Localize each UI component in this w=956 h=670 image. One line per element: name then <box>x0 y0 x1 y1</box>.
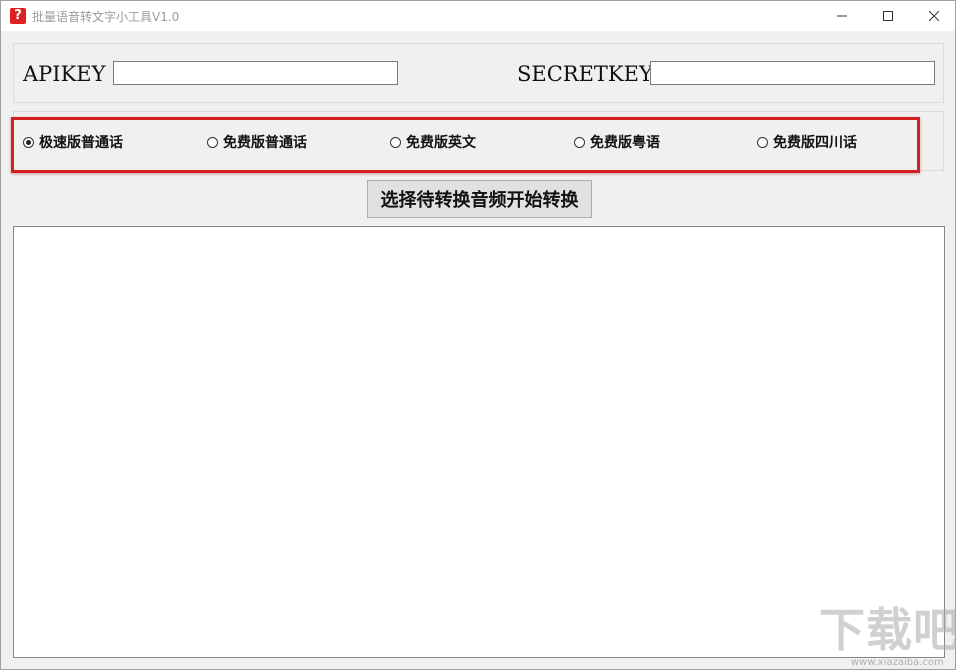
radio-button[interactable] <box>23 136 34 148</box>
secretkey-input[interactable] <box>650 61 935 85</box>
radio-label: 免费版英文 <box>406 135 476 151</box>
close-icon <box>929 11 939 21</box>
radio-option-jisu-putonghua[interactable]: 极速版普通话 <box>23 132 123 152</box>
output-textarea[interactable] <box>13 226 945 658</box>
radio-option-free-english[interactable]: 免费版英文 <box>390 132 476 152</box>
secretkey-label: SECRETKEY <box>517 62 653 86</box>
radio-option-free-putonghua[interactable]: 免费版普通话 <box>207 132 307 152</box>
close-button[interactable] <box>911 1 956 31</box>
window-title: 批量语音转文字小工具V1.0 <box>32 10 180 24</box>
maximize-icon <box>883 11 893 21</box>
minimize-icon <box>837 15 847 17</box>
radio-label: 免费版粤语 <box>590 135 660 151</box>
radio-button[interactable] <box>390 136 401 148</box>
app-window: ? 批量语音转文字小工具V1.0 APIKEY SECRETKEY 极速版普通话 <box>0 0 956 670</box>
radio-label: 免费版普通话 <box>223 135 307 151</box>
radio-label: 极速版普通话 <box>39 135 123 151</box>
apikey-label: APIKEY <box>23 62 106 86</box>
radio-option-free-sichuan[interactable]: 免费版四川话 <box>757 132 857 152</box>
minimize-button[interactable] <box>819 1 865 31</box>
radio-button[interactable] <box>574 136 585 148</box>
apikey-input[interactable] <box>113 61 398 85</box>
radio-label: 免费版四川话 <box>773 135 857 151</box>
select-and-convert-button[interactable]: 选择待转换音频开始转换 <box>367 180 592 218</box>
radio-option-free-cantonese[interactable]: 免费版粤语 <box>574 132 660 152</box>
watermark-url: www.xiazaiba.com <box>851 657 944 668</box>
radio-button[interactable] <box>207 136 218 148</box>
app-icon: ? <box>10 8 26 24</box>
title-bar: ? 批量语音转文字小工具V1.0 <box>1 1 955 31</box>
radio-button[interactable] <box>757 136 768 148</box>
maximize-button[interactable] <box>865 1 911 31</box>
